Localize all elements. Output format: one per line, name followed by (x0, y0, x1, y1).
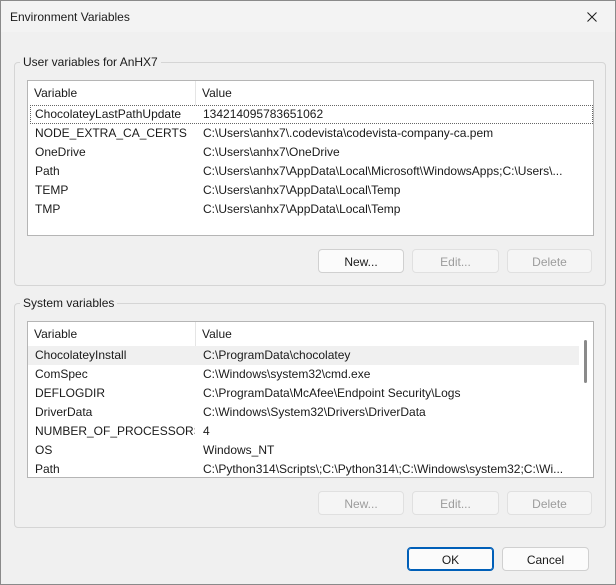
variable-name: NODE_EXTRA_CA_CERTS (35, 126, 187, 140)
system-new-button[interactable]: New... (318, 491, 404, 515)
table-row[interactable]: ComSpec C:\Windows\system32\cmd.exe (28, 365, 579, 384)
table-row[interactable]: ChocolateyInstall C:\ProgramData\chocola… (28, 346, 579, 365)
table-row[interactable]: Path C:\Python314\Scripts\;C:\Python314\… (28, 460, 579, 477)
variable-value: C:\Users\anhx7\OneDrive (203, 145, 340, 159)
variable-value: C:\ProgramData\chocolatey (203, 348, 351, 362)
table-row[interactable]: ChocolateyLastPathUpdate 134214095783651… (28, 105, 593, 124)
variable-name: OneDrive (35, 145, 86, 159)
ok-button[interactable]: OK (407, 547, 494, 571)
table-row[interactable]: NODE_EXTRA_CA_CERTS C:\Users\anhx7\.code… (28, 124, 593, 143)
variable-value: C:\Users\anhx7\.codevista\codevista-comp… (203, 126, 494, 140)
table-row[interactable]: Path C:\Users\anhx7\AppData\Local\Micros… (28, 162, 593, 181)
column-header-variable[interactable]: Variable (28, 81, 196, 105)
variable-value: 4 (203, 424, 210, 438)
variable-name: NUMBER_OF_PROCESSORS (35, 424, 195, 438)
system-variables-label: System variables (20, 296, 118, 310)
variable-name: DriverData (35, 405, 93, 419)
variable-value: C:\Windows\system32\cmd.exe (203, 367, 371, 381)
column-header-value[interactable]: Value (196, 322, 562, 346)
system-variables-list[interactable]: Variable Value ChocolateyInstall C:\Prog… (27, 321, 594, 478)
variable-name: OS (35, 443, 53, 457)
variable-name: DEFLOGDIR (35, 386, 106, 400)
table-row[interactable]: TEMP C:\Users\anhx7\AppData\Local\Temp (28, 181, 593, 200)
variable-name: Path (35, 462, 60, 476)
user-new-button[interactable]: New... (318, 249, 404, 273)
table-row[interactable]: NUMBER_OF_PROCESSORS 4 (28, 422, 579, 441)
variable-value: 134214095783651062 (203, 107, 324, 121)
table-row[interactable]: TMP C:\Users\anhx7\AppData\Local\Temp (28, 200, 593, 219)
variable-value: C:\Users\anhx7\AppData\Local\Temp (203, 202, 401, 216)
window-title: Environment Variables (10, 10, 130, 24)
environment-variables-dialog: Environment Variables User variables for… (0, 0, 616, 585)
user-variables-header: Variable Value (28, 81, 593, 105)
variable-value: Windows_NT (203, 443, 275, 457)
title-bar: Environment Variables (1, 1, 615, 32)
variable-value: C:\Python314\Scripts\;C:\Python314\;C:\W… (203, 462, 564, 476)
variable-value: C:\Users\anhx7\AppData\Local\Temp (203, 183, 401, 197)
variable-name: TEMP (35, 183, 69, 197)
variable-name: ChocolateyLastPathUpdate (35, 107, 182, 121)
column-header-variable[interactable]: Variable (28, 322, 196, 346)
table-row[interactable]: OS Windows_NT (28, 441, 579, 460)
table-row[interactable]: DriverData C:\Windows\System32\Drivers\D… (28, 403, 579, 422)
close-icon (587, 11, 597, 22)
variable-value: C:\ProgramData\McAfee\Endpoint Security\… (203, 386, 461, 400)
system-edit-button[interactable]: Edit... (412, 491, 499, 515)
user-variables-rows: ChocolateyLastPathUpdate 134214095783651… (28, 105, 593, 219)
column-header-value[interactable]: Value (196, 81, 562, 105)
variable-value: C:\Windows\System32\Drivers\DriverData (203, 405, 426, 419)
variable-name: Path (35, 164, 60, 178)
variable-name: ComSpec (35, 367, 88, 381)
system-variables-scrollbar[interactable] (579, 322, 593, 477)
variable-name: ChocolateyInstall (35, 348, 127, 362)
scroll-thumb[interactable] (584, 340, 587, 383)
variable-value: C:\Users\anhx7\AppData\Local\Microsoft\W… (203, 164, 563, 178)
table-row[interactable]: OneDrive C:\Users\anhx7\OneDrive (28, 143, 593, 162)
cancel-button[interactable]: Cancel (502, 547, 589, 571)
table-row[interactable]: DEFLOGDIR C:\ProgramData\McAfee\Endpoint… (28, 384, 579, 403)
system-variables-rows: ChocolateyInstall C:\ProgramData\chocola… (28, 346, 579, 477)
system-delete-button[interactable]: Delete (507, 491, 592, 515)
user-delete-button[interactable]: Delete (507, 249, 592, 273)
variable-name: TMP (35, 202, 61, 216)
user-edit-button[interactable]: Edit... (412, 249, 499, 273)
system-variables-header: Variable Value (28, 322, 593, 346)
close-button[interactable] (569, 1, 615, 32)
user-variables-label: User variables for AnHX7 (20, 55, 161, 69)
user-variables-list[interactable]: Variable Value ChocolateyLastPathUpdate … (27, 80, 594, 236)
